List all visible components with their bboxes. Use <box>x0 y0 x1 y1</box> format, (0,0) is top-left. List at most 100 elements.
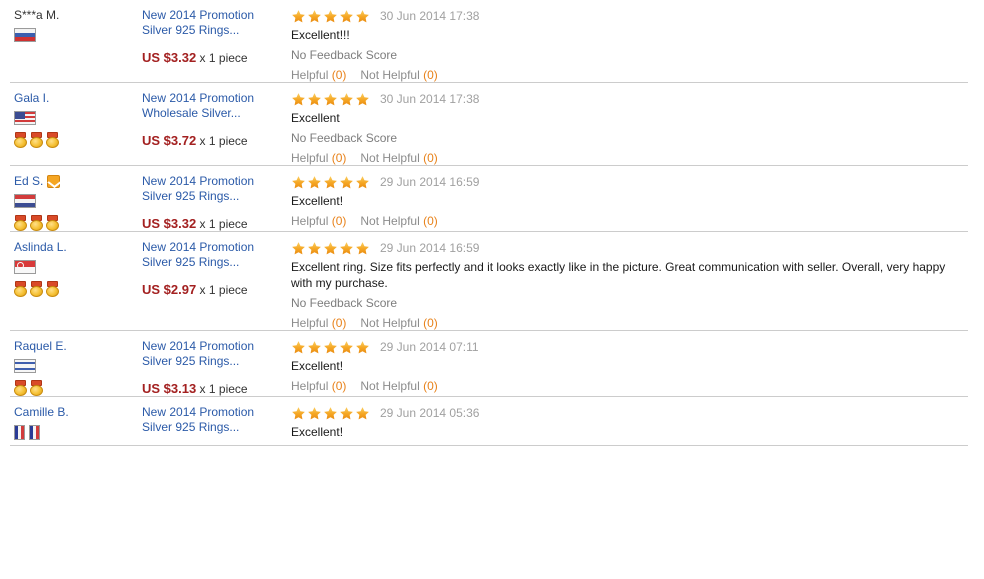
item-title-link[interactable]: New 2014 Promotion Silver 925 Rings... <box>142 174 285 204</box>
feedback-date: 29 Jun 2014 16:59 <box>380 175 480 189</box>
buyer-cell: Gala I. <box>0 91 140 148</box>
feedback-cell: 29 Jun 2014 16:59 Excellent ring. Size fi… <box>285 240 984 331</box>
not-helpful-label: Not Helpful <box>360 316 420 330</box>
item-price-line: US $3.13 x 1 piece <box>142 381 285 397</box>
rating-line: 30 Jun 2014 17:38 <box>291 8 968 24</box>
country-flag-icon <box>14 359 36 373</box>
feedback-row: Gala I. New 2014 Promotion Wholesale Silv… <box>0 83 984 166</box>
star-icon <box>291 9 306 24</box>
buyer-name-line: S***a M. <box>14 8 140 23</box>
item-price-line: US $3.32 x 1 piece <box>142 216 285 232</box>
star-icon <box>323 241 338 256</box>
item-title-link[interactable]: New 2014 Promotion Silver 925 Rings... <box>142 240 285 270</box>
helpful-button[interactable]: Helpful (0) <box>291 213 346 229</box>
feedback-actions: Helpful (0) Not Helpful (0) <box>291 315 968 331</box>
buyer-name-line: Camille B. <box>14 405 140 420</box>
feedback-row: S***a M. New 2014 Promotion Silver 925 Ri… <box>0 0 984 83</box>
not-helpful-button[interactable]: Not Helpful (0) <box>360 315 437 331</box>
feedback-actions: Helpful (0) Not Helpful (0) <box>291 213 968 229</box>
star-icon <box>339 241 354 256</box>
feedback-score: No Feedback Score <box>291 131 398 145</box>
verified-badge-icon <box>47 175 61 188</box>
buyer-cell: Aslinda L. <box>0 240 140 297</box>
buyer-cell: Raquel E. <box>0 339 140 396</box>
star-icon <box>355 92 370 107</box>
not-helpful-button[interactable]: Not Helpful (0) <box>360 67 437 83</box>
helpful-count: (0) <box>331 379 347 393</box>
not-helpful-count: (0) <box>423 316 438 330</box>
star-icon <box>339 9 354 24</box>
feedback-row: Raquel E. New 2014 Promotion Silver 925 R… <box>0 331 984 397</box>
item-title-link[interactable]: New 2014 Promotion Silver 925 Rings... <box>142 405 285 435</box>
medal-row <box>14 380 140 396</box>
buyer-name-line: Aslinda L. <box>14 240 140 255</box>
item-title-link[interactable]: New 2014 Promotion Silver 925 Rings... <box>142 339 285 369</box>
buyer-name[interactable]: Aslinda L. <box>14 240 67 255</box>
item-title-link[interactable]: New 2014 Promotion Wholesale Silver... <box>142 91 285 121</box>
helpful-button[interactable]: Helpful (0) <box>291 378 346 394</box>
feedback-score: No Feedback Score <box>291 296 398 310</box>
buyer-name[interactable]: Raquel E. <box>14 339 67 354</box>
star-icon <box>291 340 306 355</box>
helpful-button[interactable]: Helpful (0) <box>291 150 346 166</box>
star-icon <box>291 406 306 421</box>
not-helpful-count: (0) <box>423 68 438 82</box>
star-icon <box>323 340 338 355</box>
star-rating <box>291 9 370 24</box>
helpful-count: (0) <box>331 316 347 330</box>
feedback-row: Ed S. New 2014 Promotion Silver 925 Rings… <box>0 166 984 232</box>
not-helpful-button[interactable]: Not Helpful (0) <box>360 213 437 229</box>
country-flag-icon <box>14 194 36 208</box>
star-rating <box>291 175 370 190</box>
buyer-name[interactable]: Camille B. <box>14 405 69 420</box>
buyer-name-line: Ed S. <box>14 174 140 189</box>
star-rating <box>291 406 370 421</box>
helpful-button[interactable]: Helpful (0) <box>291 315 346 331</box>
feedback-list: S***a M. New 2014 Promotion Silver 925 Ri… <box>0 0 984 446</box>
feedback-date: 30 Jun 2014 17:38 <box>380 9 480 23</box>
star-rating <box>291 92 370 107</box>
item-title-link[interactable]: New 2014 Promotion Silver 925 Rings... <box>142 8 285 38</box>
flag-row <box>14 260 140 275</box>
buyer-name[interactable]: Gala I. <box>14 91 49 106</box>
flag-row <box>14 28 140 43</box>
medal-icon <box>14 215 27 231</box>
star-rating <box>291 241 370 256</box>
feedback-comment: Excellent ring. Size fits perfectly and … <box>291 260 946 290</box>
item-quantity: x 1 piece <box>199 134 248 148</box>
not-helpful-label: Not Helpful <box>360 151 420 165</box>
feedback-date: 29 Jun 2014 16:59 <box>380 241 480 255</box>
item-price: US $3.72 <box>142 133 197 148</box>
country-flag-icon <box>14 425 25 440</box>
not-helpful-label: Not Helpful <box>360 214 420 228</box>
feedback-comment: Excellent! <box>291 359 344 373</box>
item-price: US $3.13 <box>142 381 197 396</box>
star-icon <box>355 241 370 256</box>
star-icon <box>291 175 306 190</box>
feedback-cell: 30 Jun 2014 17:38 Excellent!!! No Feedback… <box>285 8 984 83</box>
star-icon <box>307 9 322 24</box>
item-price-line: US $2.97 x 1 piece <box>142 282 285 298</box>
helpful-button[interactable]: Helpful (0) <box>291 67 346 83</box>
item-cell: New 2014 Promotion Wholesale Silver... US… <box>140 91 285 149</box>
feedback-actions: Helpful (0) Not Helpful (0) <box>291 150 968 166</box>
not-helpful-button[interactable]: Not Helpful (0) <box>360 150 437 166</box>
item-quantity: x 1 piece <box>199 382 248 396</box>
feedback-date: 29 Jun 2014 07:11 <box>380 340 479 354</box>
item-quantity: x 1 piece <box>199 283 248 297</box>
helpful-count: (0) <box>331 151 347 165</box>
medal-icon <box>46 281 59 297</box>
country-flag-icon <box>14 28 36 42</box>
medal-row <box>14 281 140 297</box>
feedback-cell: 29 Jun 2014 07:11 Excellent! Helpful (0) No… <box>285 339 984 394</box>
helpful-count: (0) <box>331 214 347 228</box>
feedback-score: No Feedback Score <box>291 48 398 62</box>
feedback-row: Camille B. New 2014 Promotion Silver 925 … <box>0 397 984 446</box>
star-icon <box>323 9 338 24</box>
not-helpful-label: Not Helpful <box>360 379 420 393</box>
medal-icon <box>30 281 43 297</box>
star-icon <box>323 92 338 107</box>
not-helpful-button[interactable]: Not Helpful (0) <box>360 378 437 394</box>
item-quantity: x 1 piece <box>199 51 248 65</box>
buyer-name[interactable]: Ed S. <box>14 174 43 189</box>
